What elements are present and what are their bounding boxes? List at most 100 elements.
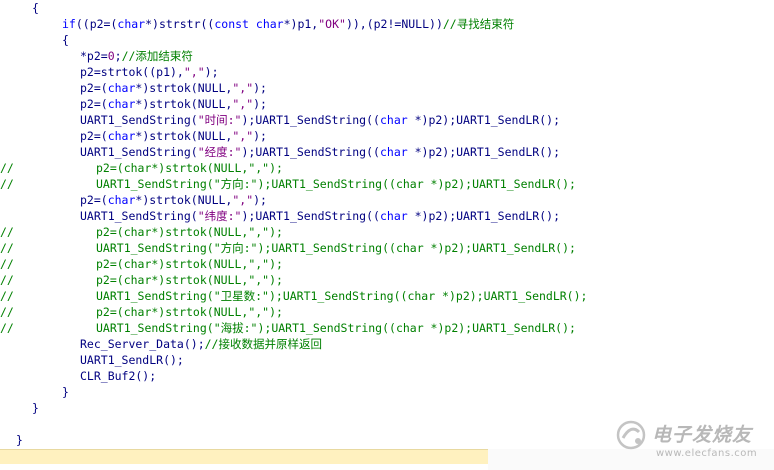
code-line[interactable]: p2=(char*)strtok(NULL,","); bbox=[0, 128, 774, 144]
code-line[interactable]: // p2=(char*)strtok(NULL,","); bbox=[0, 224, 774, 240]
code-token: p2=(char*)strtok(NULL,","); bbox=[96, 161, 283, 175]
code-token: *)strtok(NULL, bbox=[135, 81, 233, 95]
code-text: UART1_SendString("方向:");UART1_SendString… bbox=[96, 240, 576, 256]
code-token: )),(p2!=NULL)) bbox=[345, 17, 443, 31]
code-text: p2=(char*)strtok(NULL,","); bbox=[96, 224, 283, 240]
code-token: CLR_Buf2(); bbox=[80, 369, 157, 383]
code-line[interactable]: p2=strtok((p1),","); bbox=[0, 64, 774, 80]
code-token: *)strstr(( bbox=[145, 17, 215, 31]
code-text: UART1_SendString("海拔:");UART1_SendString… bbox=[96, 320, 576, 336]
code-line[interactable]: *p2=0;//添加结束符 bbox=[0, 48, 774, 64]
code-line[interactable]: UART1_SendString("时间:");UART1_SendString… bbox=[0, 112, 774, 128]
comment-marker: // bbox=[0, 321, 14, 335]
code-token: ); bbox=[253, 97, 267, 111]
code-token: ); bbox=[253, 81, 267, 95]
code-token: char bbox=[379, 145, 408, 159]
code-token: ((p2=( bbox=[75, 17, 118, 31]
comment-marker: // bbox=[0, 225, 14, 239]
watermark: 电子发烧友 www.elecfans.com bbox=[612, 412, 772, 468]
code-editor[interactable]: {if((p2=(char*)strstr((const char*)p1,"O… bbox=[0, 0, 774, 448]
code-line[interactable]: // p2=(char*)strtok(NULL,","); bbox=[0, 256, 774, 272]
comment-marker: // bbox=[0, 177, 14, 191]
code-token: p2=strtok((p1), bbox=[80, 65, 184, 79]
code-token: "," bbox=[232, 81, 254, 95]
code-token: );UART1_SendString(( bbox=[241, 145, 380, 159]
code-token: UART1_SendString( bbox=[80, 113, 198, 127]
code-token: "时间:" bbox=[197, 113, 242, 127]
code-token: *)strtok(NULL, bbox=[135, 193, 233, 207]
comment-marker: // bbox=[0, 161, 14, 175]
code-line[interactable]: CLR_Buf2(); bbox=[0, 368, 774, 384]
code-token: char bbox=[117, 17, 146, 31]
code-line[interactable]: } bbox=[0, 384, 774, 400]
code-line[interactable]: p2=(char*)strtok(NULL,","); bbox=[0, 96, 774, 112]
code-line[interactable]: p2=(char*)strtok(NULL,","); bbox=[0, 192, 774, 208]
code-line[interactable]: UART1_SendString("经度:");UART1_SendString… bbox=[0, 144, 774, 160]
code-token: p2=( bbox=[80, 193, 108, 207]
code-line[interactable]: // p2=(char*)strtok(NULL,","); bbox=[0, 304, 774, 320]
comment-marker: // bbox=[0, 289, 14, 303]
code-token: Rec_Server_Data(); bbox=[80, 337, 205, 351]
code-text: p2=(char*)strtok(NULL,","); bbox=[96, 304, 283, 320]
code-token: p2=( bbox=[80, 129, 108, 143]
code-text: } bbox=[32, 400, 39, 416]
code-token: } bbox=[32, 401, 39, 415]
code-token: *)p2);UART1_SendLR(); bbox=[407, 209, 560, 223]
code-token: p2=(char*)strtok(NULL,","); bbox=[96, 225, 283, 239]
code-line[interactable]: { bbox=[0, 0, 774, 16]
code-text: p2=(char*)strtok(NULL,","); bbox=[80, 128, 267, 144]
code-token: ); bbox=[253, 193, 267, 207]
code-token: //添加结束符 bbox=[121, 49, 193, 63]
code-token: *)p2);UART1_SendLR(); bbox=[407, 113, 560, 127]
code-token: } bbox=[62, 385, 69, 399]
code-token: char bbox=[107, 81, 136, 95]
code-line[interactable]: // p2=(char*)strtok(NULL,","); bbox=[0, 160, 774, 176]
code-line[interactable]: { bbox=[0, 32, 774, 48]
elecfans-logo-icon bbox=[616, 420, 646, 450]
code-token: //寻找结束符 bbox=[442, 17, 515, 31]
code-line[interactable]: // UART1_SendString("方向:");UART1_SendStri… bbox=[0, 240, 774, 256]
code-text: CLR_Buf2(); bbox=[80, 368, 156, 384]
code-token: p2=(char*)strtok(NULL,","); bbox=[96, 273, 283, 287]
code-line[interactable]: Rec_Server_Data();//接收数据并原样返回 bbox=[0, 336, 774, 352]
code-line[interactable]: // UART1_SendString("卫星数:");UART1_SendStr… bbox=[0, 288, 774, 304]
code-text: UART1_SendString("经度:");UART1_SendString… bbox=[80, 144, 560, 160]
code-token: { bbox=[32, 1, 39, 15]
code-token: char bbox=[107, 97, 136, 111]
code-token: UART1_SendString("方向:");UART1_SendString… bbox=[96, 241, 576, 255]
code-token: "," bbox=[232, 129, 254, 143]
code-token: "," bbox=[232, 97, 254, 111]
code-token: p2=( bbox=[80, 97, 108, 111]
code-text: p2=(char*)strtok(NULL,","); bbox=[80, 96, 267, 112]
comment-marker: // bbox=[0, 273, 14, 287]
code-line[interactable]: UART1_SendLR(); bbox=[0, 352, 774, 368]
code-token: *)strtok(NULL, bbox=[135, 129, 233, 143]
code-text: p2=(char*)strtok(NULL,","); bbox=[80, 80, 267, 96]
code-line[interactable]: if((p2=(char*)strstr((const char*)p1,"OK… bbox=[0, 16, 774, 32]
watermark-url: www.elecfans.com bbox=[656, 448, 758, 459]
code-token: p2=( bbox=[80, 81, 108, 95]
code-text: UART1_SendString("纬度:");UART1_SendString… bbox=[80, 208, 560, 224]
code-token: 0 bbox=[107, 49, 115, 63]
code-line[interactable]: // UART1_SendString("方向:");UART1_SendStri… bbox=[0, 176, 774, 192]
code-token: "经度:" bbox=[197, 145, 242, 159]
code-token: "纬度:" bbox=[197, 209, 242, 223]
code-line[interactable]: UART1_SendString("纬度:");UART1_SendString… bbox=[0, 208, 774, 224]
code-text: UART1_SendLR(); bbox=[80, 352, 184, 368]
code-line[interactable]: // UART1_SendString("海拔:");UART1_SendStri… bbox=[0, 320, 774, 336]
comment-marker: // bbox=[0, 241, 14, 255]
code-text: p2=(char*)strtok(NULL,","); bbox=[80, 192, 267, 208]
code-token: UART1_SendString("方向:");UART1_SendString… bbox=[96, 177, 576, 191]
code-text: Rec_Server_Data();//接收数据并原样返回 bbox=[80, 336, 322, 352]
comment-marker: // bbox=[0, 257, 14, 271]
code-token: } bbox=[16, 433, 23, 447]
code-token: if bbox=[62, 17, 76, 31]
code-line[interactable]: // p2=(char*)strtok(NULL,","); bbox=[0, 272, 774, 288]
code-text: } bbox=[16, 432, 23, 448]
code-line[interactable]: p2=(char*)strtok(NULL,","); bbox=[0, 80, 774, 96]
code-text: UART1_SendString("时间:");UART1_SendString… bbox=[80, 112, 560, 128]
code-token: p2=(char*)strtok(NULL,","); bbox=[96, 305, 283, 319]
code-token: char bbox=[379, 113, 408, 127]
code-token: ); bbox=[253, 129, 267, 143]
code-text: UART1_SendString("方向:");UART1_SendString… bbox=[96, 176, 576, 192]
